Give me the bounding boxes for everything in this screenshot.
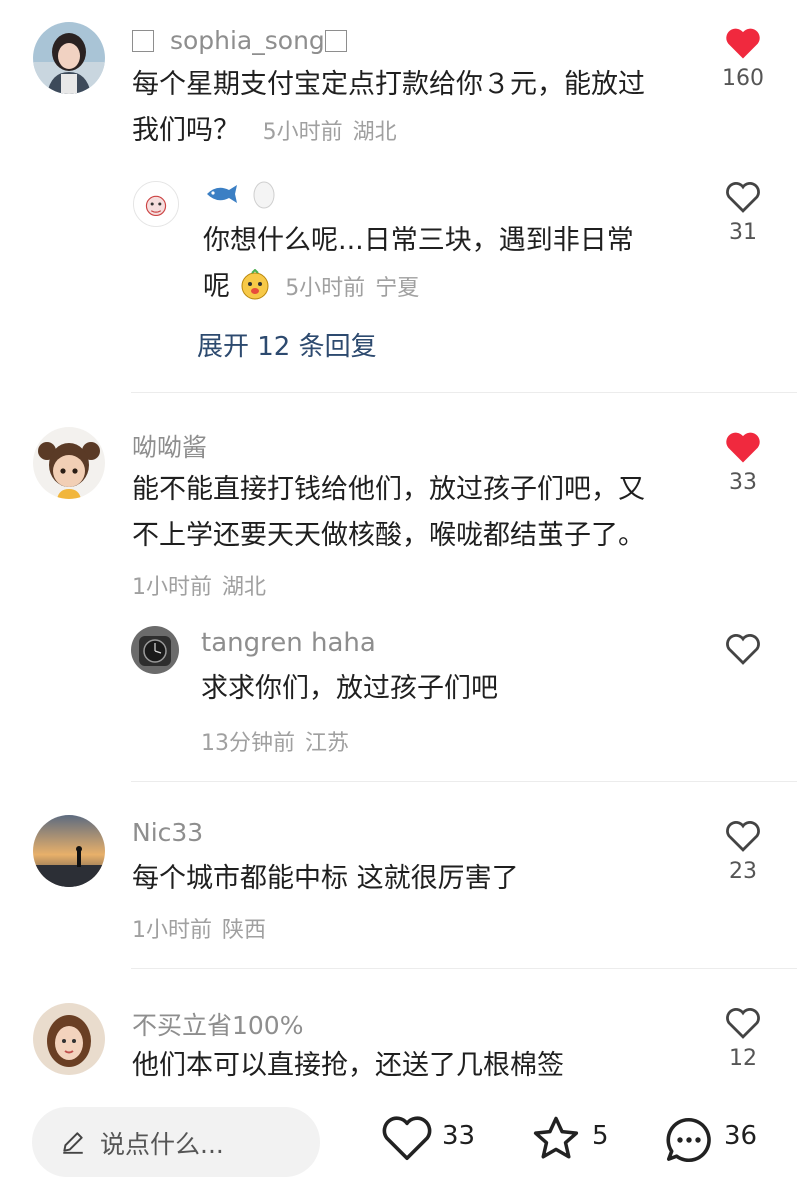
avatar[interactable] (33, 815, 105, 887)
comment-count: 36 (724, 1121, 758, 1151)
pencil-icon (63, 1132, 83, 1154)
reply-text: 你想什么呢...日常三块，遇到非日常 呢 5小时前 宁夏 (203, 225, 634, 302)
square-glyph-icon (324, 30, 347, 52)
heart-outline-icon (726, 634, 760, 665)
heart-outline-icon (382, 1116, 432, 1161)
expand-replies-link[interactable]: 展开 12 条回复 (197, 326, 377, 363)
divider (131, 968, 797, 969)
avatar[interactable] (33, 1003, 105, 1075)
comment-username[interactable]: 呦呦酱 (132, 428, 207, 464)
like-count: 160 (722, 66, 764, 91)
like-button[interactable] (713, 632, 773, 666)
comment-meta: 5小时前 湖北 (262, 120, 397, 145)
comment-username[interactable]: Nic33 (132, 818, 203, 847)
comment-input-placeholder: 说点什么... (100, 1130, 224, 1159)
comment-text: 他们本可以直接抢，还送了几根棉签 (132, 1050, 564, 1081)
avatar[interactable] (33, 427, 105, 499)
like-button[interactable]: 160 (713, 26, 773, 91)
egg-icon (253, 181, 275, 209)
like-count: 12 (729, 1046, 757, 1071)
post-like-count: 33 (442, 1121, 476, 1151)
like-button[interactable]: 12 (713, 1006, 773, 1071)
avatar[interactable] (131, 626, 179, 674)
comment-username[interactable]: 不买立省100% (132, 1006, 303, 1042)
reply-username[interactable]: tangren haha (201, 628, 376, 658)
heart-outline-icon (726, 1008, 760, 1039)
avatar[interactable] (133, 181, 179, 227)
star-icon (533, 1116, 579, 1159)
favorite-count: 5 (592, 1121, 609, 1151)
reply-meta: 13分钟前 江苏 (201, 731, 350, 756)
comment-username[interactable]: sophia_song (132, 26, 347, 55)
comment-input[interactable]: 说点什么... (32, 1107, 320, 1177)
fish-icon (207, 185, 237, 203)
reply-text: 求求你们，放过孩子们吧 (201, 673, 498, 704)
heart-filled-icon (726, 432, 760, 463)
comment-meta: 1小时前 陕西 (132, 918, 267, 943)
like-count: 31 (729, 220, 757, 245)
like-post-button[interactable]: 33 (380, 1113, 490, 1169)
heart-filled-icon (726, 28, 760, 59)
like-button[interactable]: 33 (713, 430, 773, 495)
bottom-action-bar: 说点什么... 33 5 36 (0, 1085, 797, 1200)
avatar[interactable] (33, 22, 105, 94)
like-count: 33 (729, 470, 757, 495)
comment-meta: 1小时前 湖北 (132, 575, 267, 600)
square-glyph-icon (132, 30, 154, 52)
divider (131, 781, 797, 782)
favorite-button[interactable]: 5 (530, 1113, 620, 1169)
like-button[interactable]: 31 (713, 180, 773, 245)
like-button[interactable]: 23 (713, 819, 773, 884)
reply-meta: 5小时前 宁夏 (285, 276, 420, 301)
chat-bubble-icon (666, 1117, 711, 1162)
divider (131, 392, 797, 393)
comment-text: 能不能直接打钱给他们，放过孩子们吧，又 不上学还要天天做核酸，喉咙都结茧子了。 (132, 474, 645, 551)
comment-text: 每个城市都能中标 这就很厉害了 (132, 863, 519, 894)
heart-outline-icon (726, 182, 760, 213)
like-count: 23 (729, 859, 757, 884)
comments-button[interactable]: 36 (662, 1113, 782, 1169)
heart-outline-icon (726, 821, 760, 852)
reply-username[interactable] (203, 178, 277, 210)
comment-text: 每个星期支付宝定点打款给你３元，能放过 我们吗？ 5小时前 湖北 (132, 69, 645, 146)
emoji-sticker-icon (241, 268, 269, 300)
